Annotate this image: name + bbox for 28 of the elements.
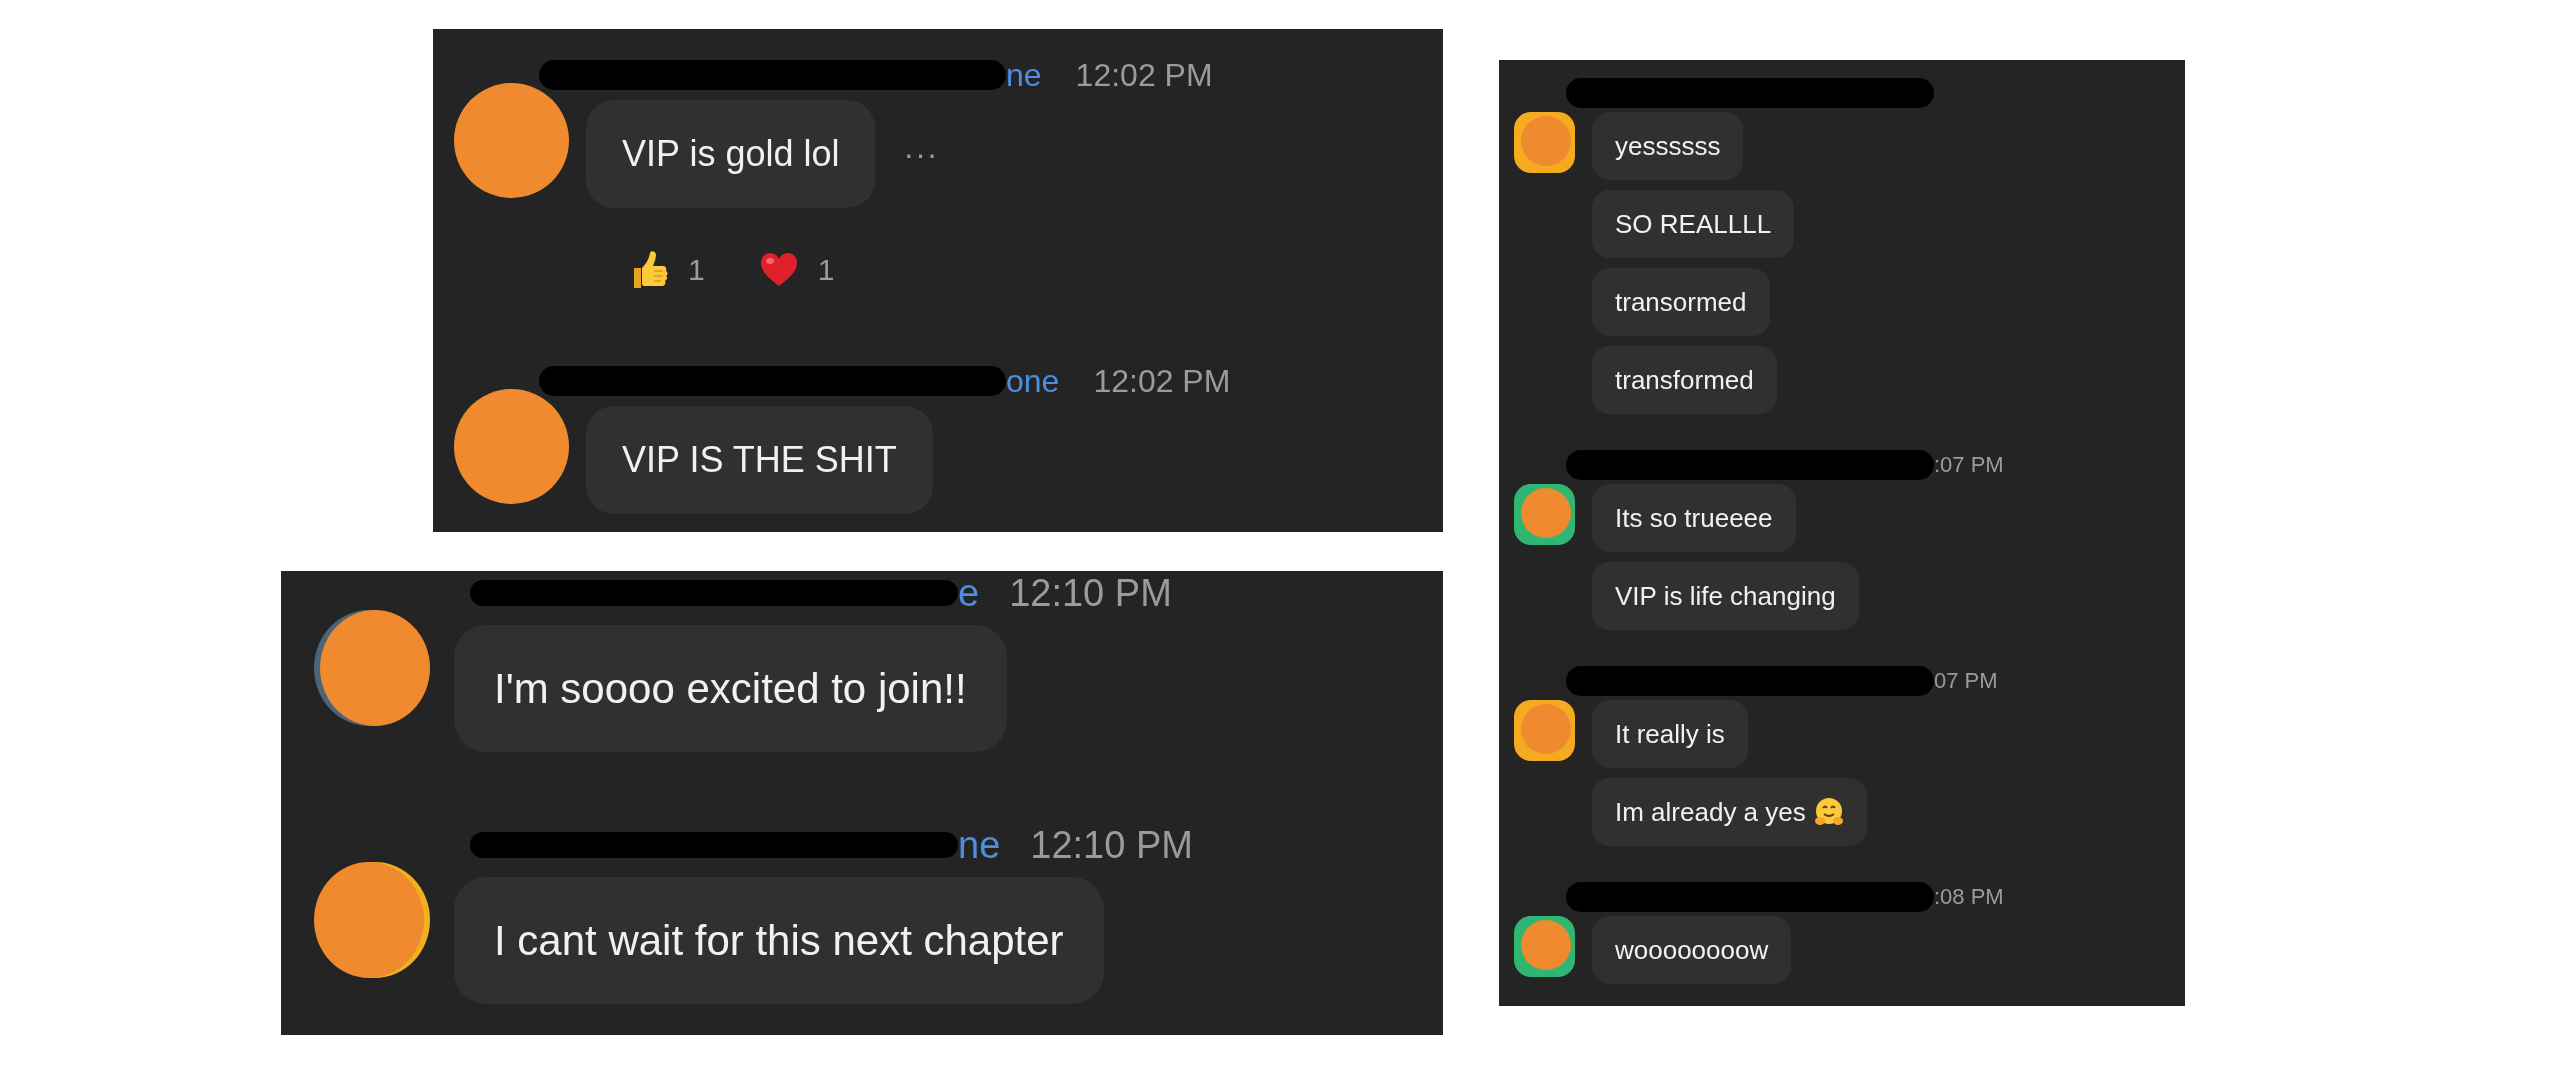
message-bubble: transormed [1592, 268, 1770, 336]
message-bubble: VIP is life changing [1592, 562, 1859, 630]
message-bubble: Im already a yes [1592, 778, 1867, 846]
recipient-name: one [1006, 362, 1060, 400]
timestamp: 12:02 PM [1093, 362, 1231, 400]
message-bubble: VIP is gold lol [586, 100, 876, 208]
more-options[interactable]: ··· [903, 135, 939, 173]
message-bubble: SO REALLLL [1592, 190, 1795, 258]
heart-icon [759, 252, 798, 288]
message-bubble: yessssss [1592, 112, 1744, 180]
timestamp: 12:10 PM [1009, 571, 1172, 615]
timestamp: :08 PM [1934, 884, 2004, 910]
message-bubble: transformed [1592, 346, 1777, 414]
message-bubble: woooooooow [1592, 916, 1792, 984]
recipient-name: ne [958, 823, 1001, 867]
message-bubble: VIP IS THE SHIT [586, 406, 933, 514]
reaction-count: 1 [688, 253, 705, 287]
timestamp: 07 PM [1934, 668, 1998, 694]
timestamp: :07 PM [1934, 452, 2004, 478]
recipient-name: ne [1006, 56, 1042, 94]
reaction-count: 1 [817, 253, 835, 287]
message-bubble: Its so trueeee [1592, 484, 1796, 552]
timestamp: 12:10 PM [1030, 823, 1193, 867]
recipient-name: e [958, 571, 980, 615]
message-bubble: It really is [1592, 700, 1748, 768]
message-bubble: I cant wait for this next chapter [454, 877, 1104, 1004]
timestamp: 12:02 PM [1075, 56, 1213, 94]
message-bubble: I'm soooo excited to join!! [454, 625, 1007, 752]
